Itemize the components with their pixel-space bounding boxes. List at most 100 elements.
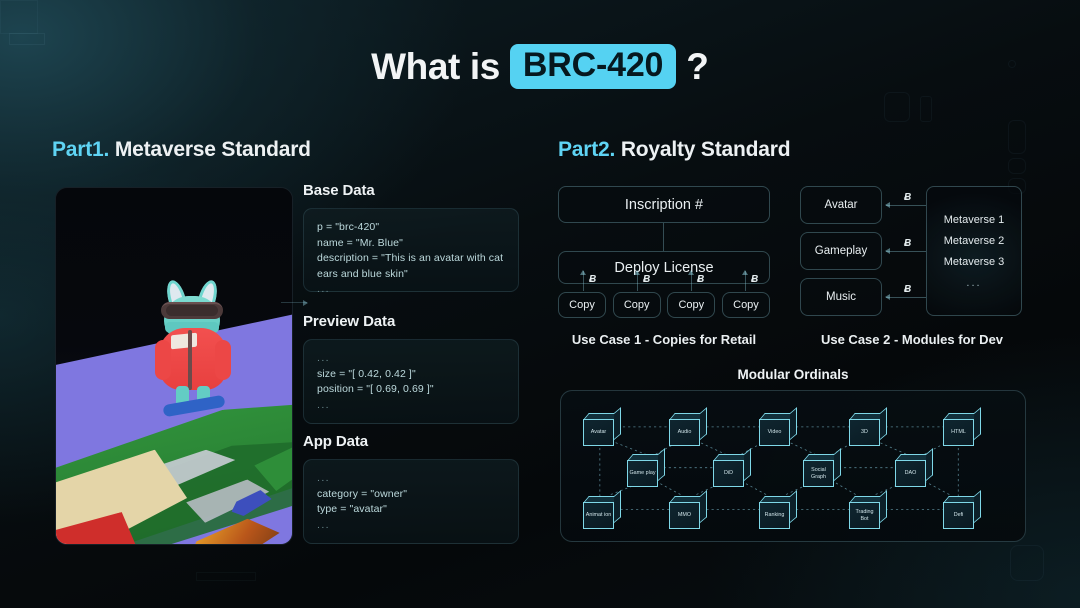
code-line: name = "Mr. Blue" (317, 236, 403, 249)
modular-node-animat-ion[interactable]: Animat ion (583, 490, 621, 529)
cube-side-face (974, 490, 981, 523)
base-data-group: Base Data p = "brc-420" name = "Mr. Blue… (303, 182, 519, 295)
avatar-jacket-logo (171, 332, 197, 350)
code-line: ... (317, 283, 330, 295)
base-data-title: Base Data (303, 182, 375, 199)
inscription-deploy-connector (663, 223, 664, 251)
code-line: size = "[ 0.42, 0.42 ]" (317, 367, 416, 380)
modular-node-label: Ranking (759, 502, 790, 529)
inscription-box: Inscription # (558, 186, 770, 223)
preview-data-group: Preview Data ... size = "[ 0.42, 0.42 ]"… (303, 313, 519, 424)
modular-node-social-graph[interactable]: Social Graph (803, 448, 841, 487)
modular-node-label: Social Graph (803, 460, 834, 487)
cube-side-face (974, 407, 981, 440)
cube-side-face (880, 490, 887, 523)
page-title-prefix: What is (371, 45, 500, 87)
modular-node-trading-bot[interactable]: Trading Bot (849, 490, 887, 529)
modular-node-dao[interactable]: DAO (895, 448, 933, 487)
code-line: category = "owner" (317, 487, 408, 500)
modular-node-avatar[interactable]: Avatar (583, 407, 621, 446)
cube-side-face (926, 448, 933, 481)
modular-node-label: 3D (849, 419, 880, 446)
metaverse-item: Metaverse 3 (943, 255, 1005, 268)
goggles-lens (166, 305, 218, 316)
copy-box: Copy (612, 292, 661, 318)
modular-node-audio[interactable]: Audio (669, 407, 707, 446)
royalty-arrow-left (885, 202, 926, 208)
decorative-square (920, 96, 932, 122)
copy-box: Copy (558, 292, 606, 318)
royalty-arrow-up (580, 270, 586, 291)
bitcoin-royalty-icon: Ƀ (697, 274, 705, 285)
decorative-square (1008, 120, 1026, 154)
module-box-avatar: Avatar (800, 186, 882, 224)
modular-node-html[interactable]: HTML (943, 407, 981, 446)
modular-node-label: Animat ion (583, 502, 614, 529)
part1-number: Part1. (52, 138, 110, 161)
use-case-1-diagram: Inscription # Deploy License (558, 186, 770, 284)
modular-node-3d[interactable]: 3D (849, 407, 887, 446)
avatar-character (155, 278, 231, 430)
copy-boxes-row: Copy Copy Copy Copy (558, 292, 770, 318)
cube-side-face (700, 490, 707, 523)
code-line: ... (317, 518, 330, 531)
avatar-preview-card (55, 187, 293, 545)
royalty-arrow-left (885, 248, 926, 254)
decorative-square (0, 0, 38, 34)
cube-side-face (790, 407, 797, 440)
bitcoin-royalty-icon: Ƀ (589, 274, 597, 285)
cube-side-face (880, 407, 887, 440)
modular-node-ranking[interactable]: Ranking (759, 490, 797, 529)
cube-side-face (790, 490, 797, 523)
map-red-stripe (63, 544, 114, 545)
modular-node-label: Audio (669, 419, 700, 446)
metaverse-panel: Metaverse 1 Metaverse 2 Metaverse 3 ... (926, 186, 1022, 316)
modular-node-defi[interactable]: Defi (943, 490, 981, 529)
decorative-square (196, 572, 256, 581)
avatar-arm-right (215, 340, 231, 380)
modular-ordinals-panel: Avatar Audio Video 3D HTML Game play DiD Social… (560, 390, 1026, 542)
modular-node-label: Video (759, 419, 790, 446)
modular-node-label: Avatar (583, 419, 614, 446)
bitcoin-royalty-icon: Ƀ (904, 192, 912, 203)
metaverse-item: Metaverse 2 (943, 234, 1005, 247)
part2-name: Royalty Standard (620, 138, 791, 161)
modular-node-label: Trading Bot (849, 502, 880, 529)
modular-node-video[interactable]: Video (759, 407, 797, 446)
slide-canvas: What is BRC-420 ? Part1. Metaverse Stand… (0, 0, 1080, 608)
base-data-code-block: p = "brc-420" name = "Mr. Blue" descript… (303, 208, 519, 295)
avatar-to-data-connector (281, 299, 308, 306)
code-line: description = "This is an avatar with ca… (317, 252, 507, 280)
code-line: ... (317, 352, 330, 364)
cube-side-face (614, 407, 621, 440)
bitcoin-royalty-icon: Ƀ (751, 274, 759, 285)
part1-heading: Part1. Metaverse Standard (52, 138, 311, 162)
bitcoin-royalty-icon: Ƀ (904, 238, 912, 249)
app-data-code-block: ... category = "owner" type = "avatar" .… (303, 459, 519, 544)
code-line: position = "[ 0.69, 0.69 ]" (317, 383, 434, 395)
preview-data-title: Preview Data (303, 313, 396, 330)
cube-side-face (834, 448, 841, 481)
cube-side-face (658, 448, 665, 481)
cube-side-face (744, 448, 751, 481)
modular-node-label: DiD (713, 460, 744, 487)
modular-node-did[interactable]: DiD (713, 448, 751, 487)
cube-side-face (700, 407, 707, 440)
use-case-2-diagram: Avatar Gameplay Music Ƀ Ƀ Ƀ Metaverse 1 … (800, 186, 1022, 316)
bitcoin-royalty-icon: Ƀ (904, 284, 912, 295)
avatar-jacket-zipper (188, 330, 192, 390)
page-title-suffix: ? (686, 45, 709, 87)
royalty-arrow-up (634, 270, 640, 291)
modular-node-game-play[interactable]: Game play (627, 448, 665, 487)
modular-ordinals-title: Modular Ordinals (737, 367, 849, 382)
modular-node-label: HTML (943, 419, 974, 446)
app-data-title: App Data (303, 433, 369, 450)
royalty-arrow-left (885, 294, 926, 300)
part2-heading: Part2. Royalty Standard (558, 138, 791, 162)
bitcoin-royalty-icon: Ƀ (643, 274, 651, 285)
use-case-2-caption: Use Case 2 - Modules for Dev (820, 332, 1004, 347)
use-case-1-caption: Use Case 1 - Copies for Retail (571, 332, 757, 347)
code-line: ... (317, 472, 330, 484)
modular-node-mmo[interactable]: MMO (669, 490, 707, 529)
module-box-gameplay: Gameplay (800, 232, 882, 270)
